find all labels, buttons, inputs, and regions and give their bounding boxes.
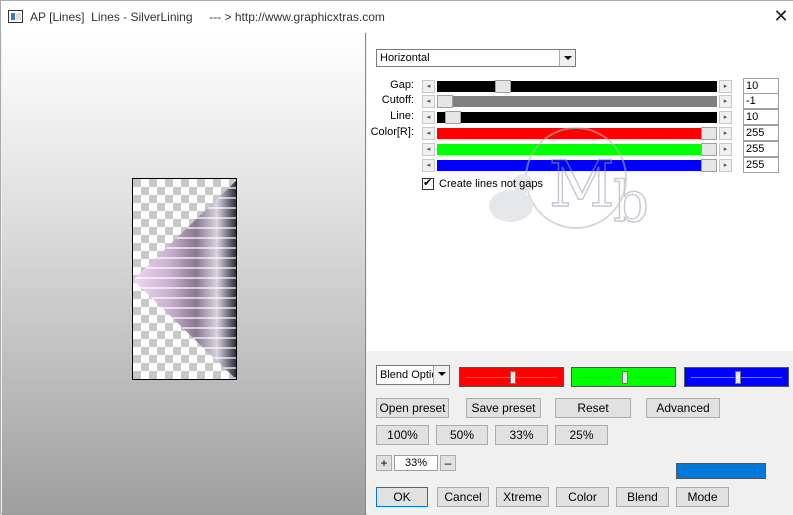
- chevron-down-icon[interactable]: [433, 366, 449, 384]
- gap-slider[interactable]: ◂ ▸: [422, 80, 736, 93]
- blue-blend-knob[interactable]: [735, 371, 741, 384]
- gap-label: Gap:: [390, 79, 414, 91]
- direction-dropdown[interactable]: Horizontal: [376, 49, 576, 67]
- arrow-left-icon[interactable]: ◂: [422, 159, 435, 172]
- cutoff-label: Cutoff:: [381, 94, 414, 106]
- arrow-right-icon[interactable]: ▸: [719, 95, 732, 108]
- close-icon[interactable]: ✕: [772, 7, 790, 25]
- window-title: AP [Lines] Lines - SilverLining --- > ht…: [30, 10, 385, 24]
- zoom-in-button[interactable]: +: [376, 455, 392, 471]
- cancel-button[interactable]: Cancel: [437, 487, 489, 507]
- cutoff-thumb[interactable]: [437, 95, 453, 108]
- color-r-value[interactable]: 255: [743, 125, 779, 141]
- cutoff-value[interactable]: -1: [743, 93, 779, 109]
- blend-options-value: Blend Optio: [380, 369, 433, 381]
- preview-pane: [2, 33, 366, 515]
- line-value[interactable]: 10: [743, 109, 779, 125]
- save-preset-button[interactable]: Save preset: [466, 398, 541, 418]
- gap-value[interactable]: 10: [743, 78, 779, 94]
- gap-track[interactable]: [437, 81, 717, 92]
- arrow-right-icon[interactable]: ▸: [719, 80, 732, 93]
- color-b-value[interactable]: 255: [743, 157, 779, 173]
- preview-image[interactable]: [132, 178, 237, 380]
- create-lines-checkbox[interactable]: [422, 176, 434, 190]
- red-blend-slider[interactable]: [459, 367, 564, 387]
- open-preset-button[interactable]: Open preset: [376, 398, 449, 418]
- arrow-right-icon[interactable]: ▸: [719, 127, 732, 140]
- green-blend-slider[interactable]: [571, 367, 676, 387]
- xtreme-button[interactable]: Xtreme: [496, 487, 549, 507]
- svg-text:b: b: [613, 170, 649, 235]
- green-blend-knob[interactable]: [622, 371, 628, 384]
- gap-thumb[interactable]: [495, 80, 511, 93]
- chevron-down-icon[interactable]: [559, 50, 575, 66]
- line-slider[interactable]: ◂ ▸: [422, 111, 736, 124]
- zoom-50-button[interactable]: 50%: [436, 425, 488, 445]
- arrow-left-icon[interactable]: ◂: [422, 127, 435, 140]
- cutoff-slider[interactable]: ◂ ▸: [422, 95, 736, 108]
- zoom-100-button[interactable]: 100%: [376, 425, 429, 445]
- create-lines-label: Create lines not gaps: [439, 178, 543, 190]
- color-g-value[interactable]: 255: [743, 141, 779, 157]
- app-icon: [8, 10, 23, 23]
- color-r-label: Color[R]:: [370, 126, 414, 138]
- title-bar: AP [Lines] Lines - SilverLining --- > ht…: [1, 1, 793, 33]
- ok-button[interactable]: OK: [376, 487, 428, 507]
- line-label: Line:: [390, 110, 414, 122]
- advanced-button[interactable]: Advanced: [646, 398, 720, 418]
- arrow-right-icon[interactable]: ▸: [719, 143, 732, 156]
- zoom-33-button[interactable]: 33%: [495, 425, 548, 445]
- line-thumb[interactable]: [445, 111, 461, 124]
- arrow-left-icon[interactable]: ◂: [422, 143, 435, 156]
- line-track[interactable]: [437, 112, 717, 123]
- reset-button[interactable]: Reset: [555, 398, 631, 418]
- zoom-25-button[interactable]: 25%: [555, 425, 608, 445]
- plugin-window: AP [Lines] Lines - SilverLining --- > ht…: [0, 0, 793, 515]
- zoom-out-button[interactable]: –: [440, 455, 456, 471]
- direction-value: Horizontal: [380, 52, 430, 64]
- color-r-thumb[interactable]: [701, 127, 717, 140]
- cutoff-track[interactable]: [437, 96, 717, 107]
- blend-options-dropdown[interactable]: Blend Optio: [376, 365, 450, 385]
- color-g-thumb[interactable]: [701, 143, 717, 156]
- blend-button[interactable]: Blend: [616, 487, 669, 507]
- blue-blend-slider[interactable]: [684, 367, 789, 387]
- color-b-thumb[interactable]: [701, 159, 717, 172]
- arrow-left-icon[interactable]: ◂: [422, 80, 435, 93]
- color-button[interactable]: Color: [556, 487, 609, 507]
- svg-text:M: M: [549, 148, 615, 222]
- zoom-field[interactable]: 33%: [394, 455, 438, 471]
- arrow-left-icon[interactable]: ◂: [422, 111, 435, 124]
- arrow-right-icon[interactable]: ▸: [719, 111, 732, 124]
- mode-button[interactable]: Mode: [676, 487, 729, 507]
- color-swatch[interactable]: [676, 463, 766, 479]
- red-blend-knob[interactable]: [510, 371, 516, 384]
- arrow-right-icon[interactable]: ▸: [719, 159, 732, 172]
- arrow-left-icon[interactable]: ◂: [422, 95, 435, 108]
